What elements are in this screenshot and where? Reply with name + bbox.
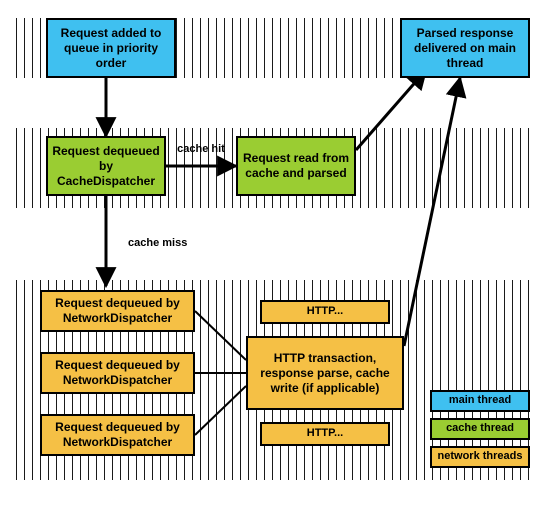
http-full-box: HTTP transaction, response parse, cache … <box>246 336 404 410</box>
cache-hit-label: cache hit <box>177 143 225 155</box>
main-request-added-box: Request added to queue in priority order <box>46 18 176 78</box>
http-full-text: HTTP transaction, response parse, cache … <box>252 351 398 396</box>
legend-cache-thread: cache thread <box>430 418 530 440</box>
network-dequeued-text-1: Request dequeued by NetworkDispatcher <box>46 296 189 326</box>
http-short-text-bottom: HTTP... <box>307 427 343 441</box>
network-dequeued-text-3: Request dequeued by NetworkDispatcher <box>46 420 189 450</box>
http-short-box-top: HTTP... <box>260 300 390 324</box>
network-dequeued-box-1: Request dequeued by NetworkDispatcher <box>40 290 195 332</box>
cache-read-text: Request read from cache and parsed <box>242 151 350 181</box>
cache-miss-label: cache miss <box>128 237 187 249</box>
legend-main-text: main thread <box>449 394 511 408</box>
main-parsed-delivered-box: Parsed response delivered on main thread <box>400 18 530 78</box>
http-short-text-top: HTTP... <box>307 305 343 319</box>
network-dequeued-box-3: Request dequeued by NetworkDispatcher <box>40 414 195 456</box>
legend-network-threads: network threads <box>430 446 530 468</box>
cache-read-box: Request read from cache and parsed <box>236 136 356 196</box>
cache-dequeued-text: Request dequeued by CacheDispatcher <box>52 144 160 189</box>
main-parsed-delivered-text: Parsed response delivered on main thread <box>406 26 524 71</box>
legend-main-thread: main thread <box>430 390 530 412</box>
legend-cache-text: cache thread <box>446 422 514 436</box>
network-dequeued-box-2: Request dequeued by NetworkDispatcher <box>40 352 195 394</box>
main-request-added-text: Request added to queue in priority order <box>52 26 170 71</box>
legend-network-text: network threads <box>438 450 523 464</box>
cache-dequeued-box: Request dequeued by CacheDispatcher <box>46 136 166 196</box>
http-short-box-bottom: HTTP... <box>260 422 390 446</box>
network-dequeued-text-2: Request dequeued by NetworkDispatcher <box>46 358 189 388</box>
